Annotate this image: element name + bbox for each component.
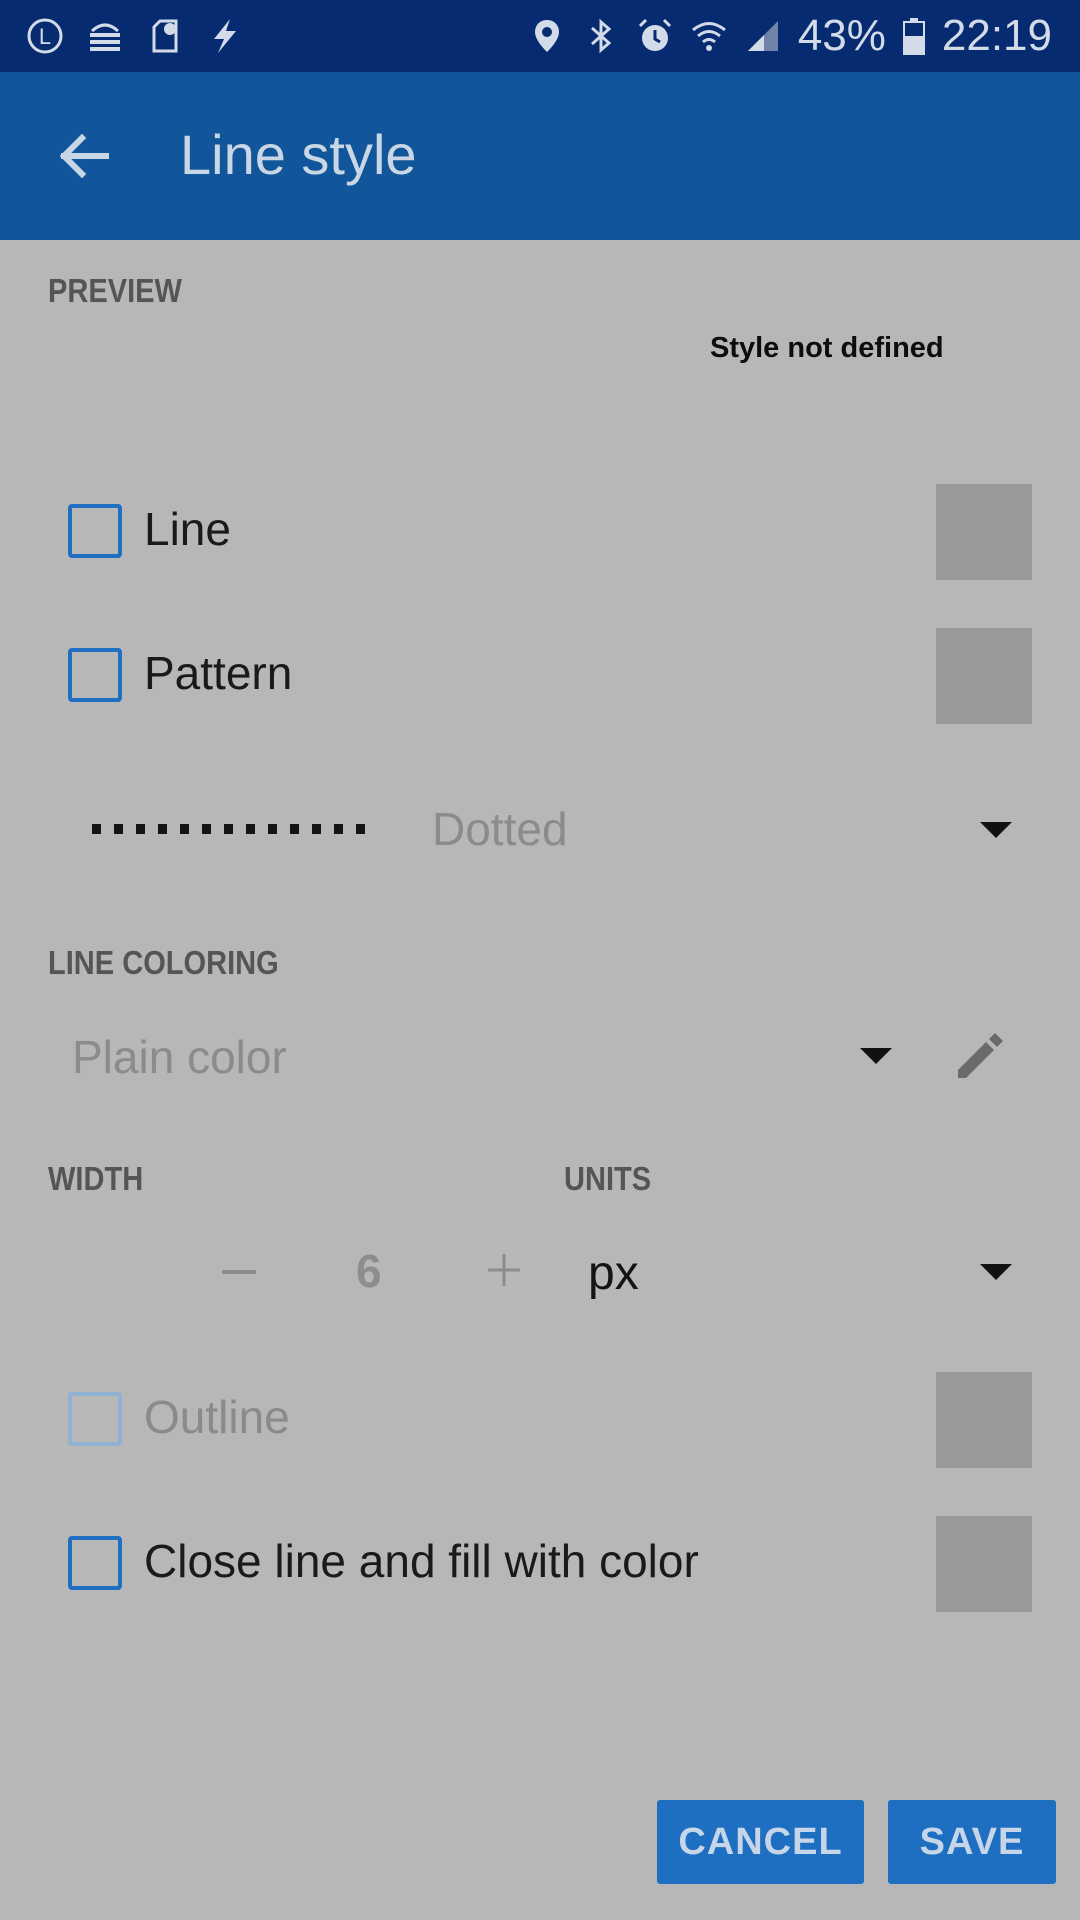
preview-section-label: PREVIEW	[48, 272, 182, 309]
line-option-row[interactable]: Line	[0, 474, 1080, 584]
chevron-down-icon	[980, 822, 1012, 838]
signal-icon	[744, 17, 782, 55]
pattern-option-row[interactable]: Pattern	[0, 618, 1080, 728]
battery-icon	[902, 17, 926, 55]
app-bar: Line style	[0, 72, 1080, 240]
width-increment-button[interactable]	[484, 1250, 524, 1290]
save-button[interactable]: SAVE	[888, 1800, 1056, 1884]
width-section-label: WIDTH	[48, 1160, 144, 1197]
sim-info-icon	[146, 17, 184, 55]
cast-icon	[86, 17, 124, 55]
cancel-button[interactable]: CANCEL	[657, 1800, 864, 1884]
line-color-swatch[interactable]	[936, 484, 1032, 580]
svg-text:L: L	[39, 24, 51, 49]
close-fill-checkbox[interactable]	[68, 1536, 122, 1590]
line-label: Line	[144, 503, 231, 555]
chevron-down-icon[interactable]	[860, 1048, 892, 1064]
battery-percent: 43%	[797, 11, 886, 60]
status-right-icons: 43% 22:19	[528, 11, 1052, 60]
page-title: Line style	[180, 123, 417, 186]
chevron-down-icon[interactable]	[980, 1264, 1012, 1280]
status-left-icons: L	[26, 14, 244, 58]
close-fill-option-row[interactable]: Close line and fill with color	[0, 1506, 1080, 1616]
pattern-label: Pattern	[144, 647, 293, 699]
l-badge-icon: L	[26, 17, 64, 55]
dotted-pattern-preview	[92, 824, 365, 834]
status-time: 22:19	[941, 11, 1052, 60]
close-fill-label: Close line and fill with color	[144, 1535, 699, 1587]
line-coloring-section-label: LINE COLORING	[48, 944, 279, 981]
outline-color-swatch	[936, 1372, 1032, 1468]
units-section-label: UNITS	[564, 1160, 652, 1197]
arrow-back-icon[interactable]	[54, 126, 114, 186]
pattern-checkbox[interactable]	[68, 648, 122, 702]
flash-icon	[206, 17, 244, 55]
pattern-color-swatch[interactable]	[936, 628, 1032, 724]
location-pin-icon	[528, 17, 566, 55]
bluetooth-icon	[582, 17, 620, 55]
alarm-icon	[636, 17, 674, 55]
fill-color-swatch[interactable]	[936, 1516, 1032, 1612]
outline-option-row: Outline	[0, 1362, 1080, 1472]
line-checkbox[interactable]	[68, 504, 122, 558]
outline-label: Outline	[144, 1391, 290, 1443]
line-coloring-select[interactable]: Plain color	[72, 1030, 287, 1084]
outline-checkbox	[68, 1392, 122, 1446]
preview-note: Style not defined	[710, 332, 944, 364]
pencil-icon[interactable]	[950, 1026, 1010, 1086]
status-bar: L 43% 22:19	[0, 0, 1080, 72]
wifi-icon	[690, 17, 728, 55]
pattern-select[interactable]: Dotted	[0, 780, 1080, 880]
width-value: 6	[356, 1245, 382, 1297]
pattern-select-value: Dotted	[432, 803, 568, 855]
units-select-value[interactable]: px	[588, 1246, 639, 1301]
width-decrement-button[interactable]	[222, 1270, 256, 1274]
